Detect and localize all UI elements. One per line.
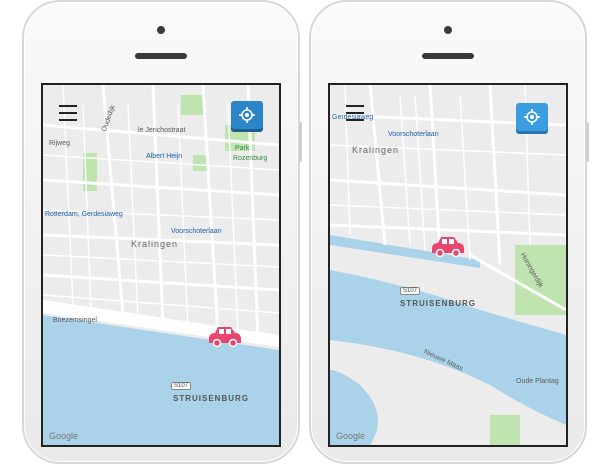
label-oude-plantage: Oude Plantag	[516, 378, 559, 385]
google-logo: Google	[336, 431, 366, 441]
route-shield: S107	[400, 287, 421, 295]
front-camera	[157, 26, 165, 34]
map-screen-right[interactable]: Gerdesiaweg Voorschoterlaan Kralingen Ho…	[328, 83, 568, 447]
route-shield: S107	[171, 382, 192, 390]
speaker-grille	[135, 53, 187, 59]
label-boezemsingel: Boezemsingel	[53, 317, 97, 324]
label-kralingen: Kralingen	[131, 239, 179, 249]
label-kralingen: Kralingen	[352, 145, 400, 155]
map-screen-left[interactable]: Oudedijk Rijweg le Jerichostraat Albert …	[41, 83, 281, 447]
label-rotterdam-station[interactable]: Rotterdam, Gerdesiaweg	[45, 211, 123, 218]
side-button	[586, 122, 589, 162]
label-jerichostraat: le Jerichostraat	[138, 127, 186, 134]
locate-button[interactable]	[516, 103, 548, 131]
phone-left: Oudedijk Rijweg le Jerichostraat Albert …	[22, 0, 302, 464]
front-camera	[444, 26, 452, 34]
speaker-grille	[422, 53, 474, 59]
label-struisenburg: STRUISENBURG	[173, 394, 250, 403]
locate-button[interactable]	[231, 101, 263, 129]
map-canvas-left[interactable]	[43, 85, 279, 445]
label-voorschoterlaan[interactable]: Voorschoterlaan	[388, 131, 439, 138]
side-button	[299, 122, 302, 162]
phone-right: Gerdesiaweg Voorschoterlaan Kralingen Ho…	[309, 0, 589, 464]
label-rijweg: Rijweg	[49, 140, 71, 147]
google-logo: Google	[49, 431, 79, 441]
label-albert-heijn[interactable]: Albert Heijn	[146, 153, 182, 160]
label-voorschoterlaan[interactable]: Voorschoterlaan	[171, 228, 222, 235]
crosshair-icon	[524, 109, 540, 125]
label-gerdesiaweg[interactable]: Gerdesiaweg	[332, 114, 373, 121]
label-struisenburg: STRUISENBURG	[400, 299, 477, 308]
label-park: Park	[235, 145, 250, 152]
crosshair-icon	[239, 107, 255, 123]
label-rozenburg: Rozenburg	[233, 155, 268, 162]
menu-button[interactable]	[59, 105, 77, 121]
